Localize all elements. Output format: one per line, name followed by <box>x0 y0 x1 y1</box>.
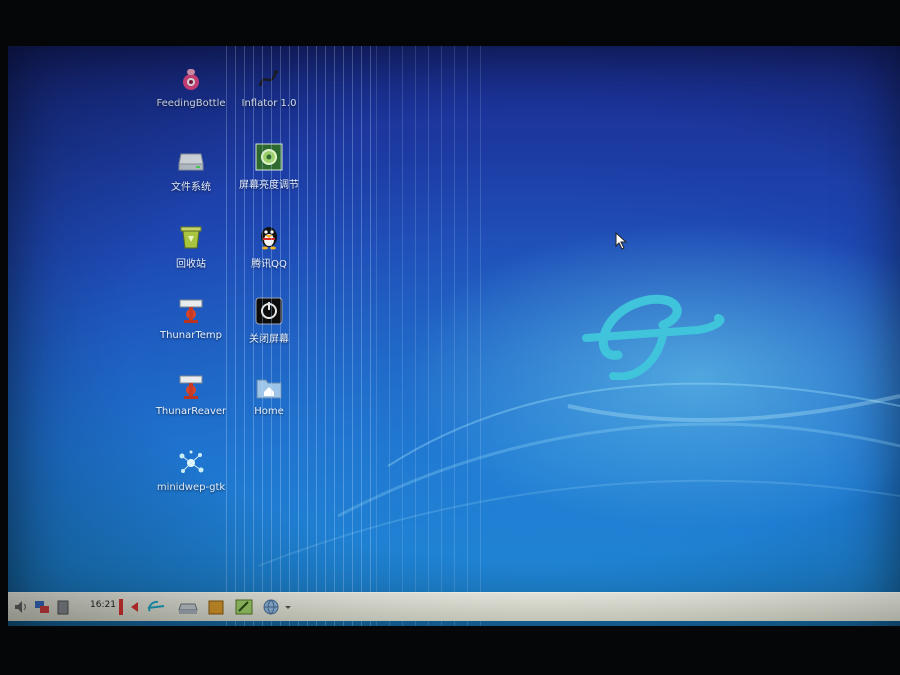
feeding-bottle-icon <box>176 64 206 94</box>
qq-penguin-icon <box>254 221 284 251</box>
desktop-icon-minidwep[interactable]: minidwep-gtk <box>146 448 236 493</box>
desktop-icon-feedingbottle[interactable]: FeedingBottle <box>146 64 236 109</box>
thunar-icon <box>176 372 206 402</box>
desktop-icon-home[interactable]: Home <box>224 372 314 417</box>
inflator-icon <box>254 64 284 94</box>
desktop-icon-label: 回收站 <box>176 259 206 270</box>
desktop-icon-label: ThunarTemp <box>159 330 222 341</box>
desktop-screen: FeedingBottle 文件系统 回收站 ThunarTemp Thunar… <box>8 46 900 626</box>
volume-icon[interactable] <box>14 598 28 616</box>
desktop-icon-label: Inflator 1.0 <box>241 98 297 109</box>
shutdown-icon[interactable] <box>116 598 126 616</box>
desktop-icon-thunartemp[interactable]: ThunarTemp <box>146 296 236 341</box>
desktop-icon-brightness[interactable]: 屏幕亮度调节 <box>224 142 314 191</box>
wallpaper-logo <box>582 294 725 380</box>
package-launcher-icon[interactable] <box>208 598 224 616</box>
desktop-icon-label: 腾讯QQ <box>251 259 287 270</box>
desktop-icon-filesystem[interactable]: 文件系统 <box>146 144 236 193</box>
desktop-icon-label: 关闭屏幕 <box>249 334 289 345</box>
desktop-icon-label: 屏幕亮度调节 <box>239 180 299 191</box>
desktop-icon-trash[interactable]: 回收站 <box>146 221 236 270</box>
desktop-icon-label: FeedingBottle <box>156 98 226 109</box>
start-menu-logo-icon[interactable] <box>146 598 166 616</box>
browser-launcher-icon[interactable] <box>262 598 280 616</box>
desktop-icon-label: minidwep-gtk <box>156 482 226 493</box>
thunar-icon <box>176 296 206 326</box>
desktop-icon-inflator[interactable]: Inflator 1.0 <box>224 64 314 109</box>
minidwep-icon <box>176 448 206 478</box>
mouse-cursor <box>615 232 628 250</box>
logout-icon[interactable] <box>128 598 142 616</box>
desktop-icon-thunarreaver[interactable]: ThunarReaver <box>146 372 236 417</box>
battery-icon[interactable] <box>56 598 70 616</box>
desktop-icon-label: 文件系统 <box>171 182 211 193</box>
display-artifact-lines-faint <box>376 46 486 626</box>
desktop-icon-label: ThunarReaver <box>155 406 227 417</box>
drive-icon <box>176 144 206 174</box>
brightness-icon <box>254 142 284 172</box>
wallpaper-swoosh <box>257 382 900 567</box>
launcher-overflow-icon[interactable] <box>284 598 292 616</box>
screen-off-icon <box>254 296 284 326</box>
taskbar: 16:21 <box>8 592 900 621</box>
network-icon[interactable] <box>34 598 50 616</box>
home-folder-icon <box>254 372 284 402</box>
desktop-icon-label: Home <box>254 406 284 417</box>
taskbar-clock[interactable]: 16:21 <box>90 600 116 610</box>
trash-icon <box>176 221 206 251</box>
desktop-icon-qq[interactable]: 腾讯QQ <box>224 221 314 270</box>
desktop-icon-screen-off[interactable]: 关闭屏幕 <box>224 296 314 345</box>
editor-launcher-icon[interactable] <box>234 598 254 616</box>
drive-launcher-icon[interactable] <box>178 598 198 616</box>
